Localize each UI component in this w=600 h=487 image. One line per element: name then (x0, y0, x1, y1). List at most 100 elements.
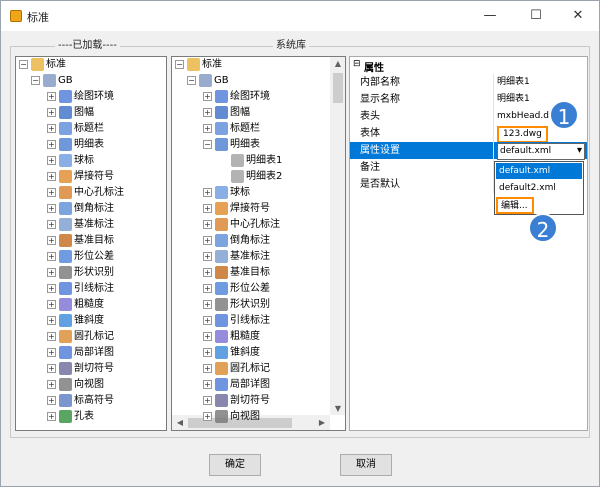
tree-item[interactable]: − 标准 (16, 57, 166, 73)
tree-item[interactable]: + 倒角标注 (172, 233, 322, 249)
expand-icon[interactable]: + (47, 284, 56, 293)
tree-item[interactable]: − 标准 (172, 57, 322, 73)
expand-icon[interactable]: + (47, 396, 56, 405)
tree-item[interactable]: + 绘图环境 (16, 89, 166, 105)
cancel-button[interactable]: 取消 (340, 454, 392, 476)
tree-item[interactable]: + 向视图 (172, 409, 322, 425)
scroll-up-icon[interactable]: ▲ (330, 59, 345, 68)
loaded-tree[interactable]: − 标准 − GB + 绘图环境 + 图幅 + 标题栏 + 明细表 + 球标 + 焊接符号 + 中心孔标注 + 倒角标… (15, 56, 167, 431)
expand-icon[interactable]: + (47, 348, 56, 357)
collapse-icon[interactable]: − (19, 60, 28, 69)
dropdown-list[interactable]: default.xml default2.xml 编辑... (494, 161, 584, 215)
dropdown-option[interactable]: default2.xml (496, 180, 582, 196)
tree-item[interactable]: 明细表2 (172, 169, 322, 185)
tree-item[interactable]: + 标题栏 (172, 121, 322, 137)
expand-icon[interactable]: + (47, 156, 56, 165)
tree-item[interactable]: + 形状识别 (16, 265, 166, 281)
expand-icon[interactable]: + (47, 204, 56, 213)
tree-item[interactable]: + 绘图环境 (172, 89, 322, 105)
expand-icon[interactable]: + (47, 316, 56, 325)
expand-icon[interactable]: + (47, 140, 56, 149)
tree-item[interactable]: − GB (16, 73, 166, 89)
tree-item[interactable]: + 局部详图 (16, 345, 166, 361)
tree-item[interactable]: + 粗糙度 (16, 297, 166, 313)
ok-button[interactable]: 确定 (209, 454, 261, 476)
expand-icon[interactable]: + (203, 268, 212, 277)
tree-item[interactable]: + 标题栏 (16, 121, 166, 137)
tree-item[interactable]: + 明细表 (16, 137, 166, 153)
expand-icon[interactable]: + (47, 220, 56, 229)
tree-item[interactable]: + 圆孔标记 (16, 329, 166, 345)
expand-icon[interactable]: + (47, 380, 56, 389)
tree-item[interactable]: − GB (172, 73, 322, 89)
expand-icon[interactable]: + (203, 204, 212, 213)
expand-icon[interactable]: + (203, 380, 212, 389)
expand-icon[interactable]: + (203, 300, 212, 309)
tree-item[interactable]: + 倒角标注 (16, 201, 166, 217)
scroll-down-icon[interactable]: ▼ (330, 404, 345, 413)
tree-item[interactable]: + 剖切符号 (16, 361, 166, 377)
expand-icon[interactable]: + (203, 236, 212, 245)
expand-icon[interactable]: + (203, 364, 212, 373)
tree-item[interactable]: + 剖切符号 (172, 393, 322, 409)
expand-icon[interactable]: + (203, 284, 212, 293)
expand-icon[interactable]: + (203, 412, 212, 421)
tree-item[interactable]: + 形位公差 (16, 249, 166, 265)
collapse-icon[interactable]: − (175, 60, 184, 69)
expand-icon[interactable]: + (47, 364, 56, 373)
expand-icon[interactable]: + (47, 300, 56, 309)
tree-item[interactable]: + 向视图 (16, 377, 166, 393)
property-row[interactable]: 属性设置 default.xml ▾ (350, 142, 587, 160)
collapse-icon[interactable]: − (31, 76, 40, 85)
tree-item[interactable]: + 引线标注 (172, 313, 322, 329)
tree-item[interactable]: + 孔表 (16, 409, 166, 425)
tree-item[interactable]: + 锥斜度 (16, 313, 166, 329)
expand-icon[interactable]: + (203, 396, 212, 405)
property-value[interactable]: default.xml (497, 143, 585, 160)
expand-icon[interactable]: + (203, 220, 212, 229)
property-value[interactable]: 明细表1 (497, 91, 530, 108)
tree-item[interactable]: + 焊接符号 (172, 201, 322, 217)
expand-icon[interactable]: + (47, 172, 56, 181)
expand-icon[interactable]: + (203, 108, 212, 117)
property-value[interactable]: 明细表1 (497, 74, 530, 91)
tree-item[interactable]: + 基准标注 (172, 249, 322, 265)
tree-item[interactable]: + 标高符号 (16, 393, 166, 409)
tree-item[interactable]: + 中心孔标注 (172, 217, 322, 233)
expand-icon[interactable]: + (47, 236, 56, 245)
property-row[interactable]: 表体 123.dwg (350, 125, 587, 143)
close-button[interactable]: ✕ (563, 4, 593, 28)
tree-item[interactable]: + 图幅 (16, 105, 166, 121)
expand-icon[interactable]: + (203, 316, 212, 325)
minimize-button[interactable]: — (475, 4, 505, 28)
tree-item[interactable]: + 引线标注 (16, 281, 166, 297)
tree-item[interactable]: + 基准目标 (16, 233, 166, 249)
expand-icon[interactable]: + (47, 268, 56, 277)
expand-icon[interactable]: + (47, 124, 56, 133)
tree-item[interactable]: + 球标 (16, 153, 166, 169)
dropdown-option[interactable]: default.xml (496, 163, 582, 179)
expand-icon[interactable]: + (203, 332, 212, 341)
property-row[interactable]: 内部名称 明细表1 (350, 74, 587, 91)
tree-item[interactable]: + 基准标注 (16, 217, 166, 233)
expand-icon[interactable]: + (47, 108, 56, 117)
expand-icon[interactable]: + (47, 252, 56, 261)
tree-item[interactable]: + 圆孔标记 (172, 361, 322, 377)
expand-icon[interactable]: + (203, 92, 212, 101)
expand-icon[interactable]: + (203, 348, 212, 357)
tree-item[interactable]: + 中心孔标注 (16, 185, 166, 201)
tree-item[interactable]: 明细表1 (172, 153, 322, 169)
tree-item[interactable]: + 粗糙度 (172, 329, 322, 345)
tree-item[interactable]: + 锥斜度 (172, 345, 322, 361)
expand-icon[interactable]: + (47, 92, 56, 101)
tree-item[interactable]: + 局部详图 (172, 377, 322, 393)
expand-icon[interactable]: + (47, 188, 56, 197)
edit-option[interactable]: 编辑... (496, 197, 534, 214)
scroll-thumb[interactable] (333, 73, 343, 103)
collapse-icon[interactable]: − (187, 76, 196, 85)
collapse-icon[interactable]: − (203, 140, 212, 149)
property-header[interactable]: ⊟ 属性 (350, 57, 587, 74)
expand-icon[interactable]: + (203, 252, 212, 261)
maximize-button[interactable]: ☐ (521, 4, 551, 28)
expand-icon[interactable]: + (203, 188, 212, 197)
